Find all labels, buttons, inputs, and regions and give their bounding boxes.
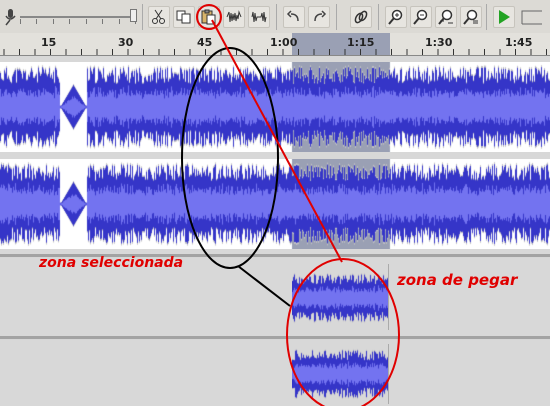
audio-track-2-right[interactable]	[0, 340, 550, 406]
zoom-in-button[interactable]	[385, 6, 407, 28]
edit-toolbar	[0, 0, 550, 34]
paste-highlight-circle	[196, 4, 222, 30]
zoom-out-button[interactable]	[410, 6, 432, 28]
clip-boundary	[388, 264, 389, 330]
pasted-waveform-right[interactable]	[292, 346, 388, 402]
microphone-icon[interactable]	[2, 8, 18, 26]
ruler-label: 45	[197, 36, 213, 49]
selected-zone-label: zona seleccionada	[39, 255, 184, 271]
paste-zone-label: zona de pegar	[397, 271, 518, 289]
clip-boundary	[388, 344, 389, 404]
audio-track-1[interactable]	[0, 56, 550, 254]
undo-button[interactable]	[283, 6, 305, 28]
waveform-right[interactable]	[0, 159, 550, 249]
trim-button[interactable]	[223, 6, 245, 28]
meter-icon	[520, 7, 550, 27]
waveform-left[interactable]	[0, 62, 550, 152]
ruler-label: 1:15	[347, 36, 375, 49]
track-divider	[0, 336, 550, 339]
input-volume-slider[interactable]	[20, 9, 137, 24]
slider-thumb[interactable]	[130, 9, 137, 22]
ruler-label: 15	[41, 36, 57, 49]
cut-button[interactable]	[148, 6, 170, 28]
ruler-label: 1:45	[505, 36, 533, 49]
ruler-label: 1:30	[425, 36, 453, 49]
pasted-waveform-left[interactable]	[292, 270, 388, 326]
fit-selection-button[interactable]	[435, 6, 457, 28]
ruler-label: 1:00	[270, 36, 298, 49]
copy-button[interactable]	[173, 6, 195, 28]
fit-project-button[interactable]	[460, 6, 482, 28]
play-button[interactable]	[493, 6, 515, 28]
ruler-label: 30	[118, 36, 134, 49]
sync-lock-button[interactable]	[350, 6, 372, 28]
redo-button[interactable]	[308, 6, 330, 28]
timeline-ruler[interactable]: 15 30 45 1:00 1:15 1:30 1:45	[0, 33, 550, 56]
silence-button[interactable]	[248, 6, 270, 28]
